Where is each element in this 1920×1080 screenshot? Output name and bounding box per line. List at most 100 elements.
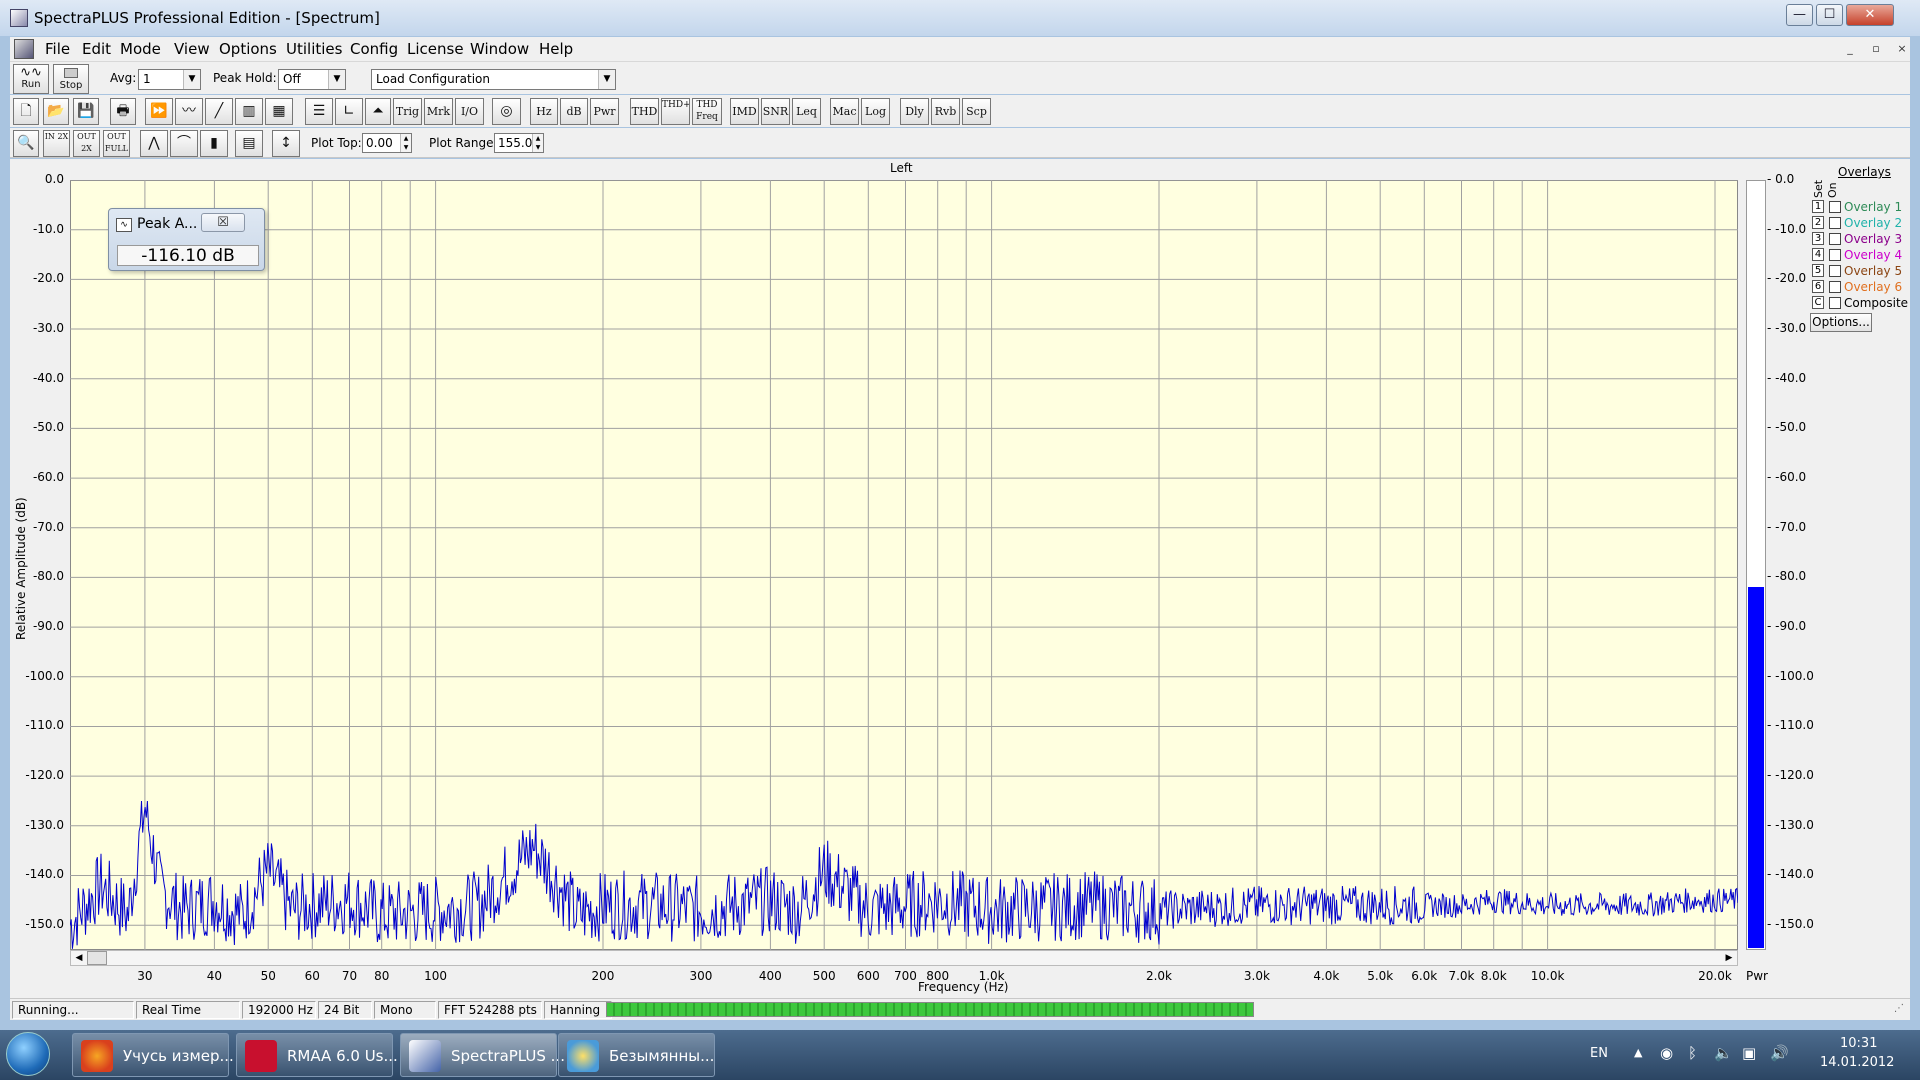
dly-button[interactable]: Dly	[900, 98, 929, 125]
print-icon[interactable]: 🖶	[110, 98, 136, 125]
sine-circle-icon[interactable]: ◎	[492, 98, 521, 125]
overlay-set-button[interactable]: 4	[1812, 248, 1824, 261]
trig-button[interactable]: Trig	[393, 98, 422, 125]
network-icon[interactable]: ▣	[1742, 1044, 1756, 1062]
menu-file[interactable]: File	[43, 40, 72, 58]
fast-forward-icon[interactable]: ⏩	[145, 98, 173, 125]
task-spectraplus[interactable]: SpectraPLUS ...	[400, 1033, 565, 1077]
config-select[interactable]: Load Configuration ▼	[371, 69, 616, 90]
menu-window[interactable]: Window	[468, 40, 531, 58]
log-button[interactable]: Log	[861, 98, 890, 125]
rvb-button[interactable]: Rvb	[931, 98, 960, 125]
mdi-close-button[interactable]: ×	[1892, 41, 1912, 58]
language-indicator[interactable]: EN	[1590, 1046, 1608, 1061]
overlay-set-button[interactable]: C	[1812, 296, 1824, 309]
bars-icon[interactable]: ▮	[200, 130, 228, 157]
zoom-out-2x-button[interactable]: OUT 2X	[73, 130, 100, 157]
spectrogram-icon[interactable]: ▦	[265, 98, 293, 125]
thd-freq-button[interactable]: THD Freq	[692, 98, 722, 125]
leq-button[interactable]: Leq	[792, 98, 821, 125]
zoom-out-full-button[interactable]: OUT FULL	[103, 130, 130, 157]
menu-edit[interactable]: Edit	[80, 40, 113, 58]
open-icon[interactable]: 📂	[43, 98, 69, 125]
spin-arrows-icon[interactable]: ▲ ▼	[400, 134, 411, 152]
spectrum-icon[interactable]: ▥	[235, 98, 263, 125]
zoom-in-2x-button[interactable]: IN 2X	[43, 130, 70, 157]
peak-amplitude-window[interactable]: ∿ Peak A... ☒ -116.10 dB	[108, 208, 265, 271]
overlay-checkbox[interactable]	[1829, 217, 1841, 229]
io-button[interactable]: I/O	[455, 98, 484, 125]
scroll-left-icon[interactable]: ◀	[71, 951, 87, 965]
speaker-icon[interactable]: 🔊	[1770, 1044, 1789, 1062]
menu-options[interactable]: Options	[217, 40, 279, 58]
thd-button[interactable]: THD	[630, 98, 659, 125]
zoom-icon[interactable]: 🔍	[13, 130, 39, 157]
line-icon[interactable]: ╱	[205, 98, 233, 125]
mrk-button[interactable]: Mrk	[424, 98, 453, 125]
stop-button[interactable]: Stop	[53, 64, 89, 94]
imd-button[interactable]: IMD	[730, 98, 759, 125]
overlay-set-button[interactable]: 2	[1812, 216, 1824, 229]
overlay-options-button[interactable]: Options...	[1810, 313, 1872, 332]
scroll-right-icon[interactable]: ▶	[1721, 951, 1737, 965]
overlay-set-button[interactable]: 1	[1812, 200, 1824, 213]
db-button[interactable]: dB	[560, 98, 588, 125]
menu-view[interactable]: View	[172, 40, 212, 58]
avg-select[interactable]: 1 ▼	[138, 69, 201, 90]
resize-grip-icon[interactable]: ⋰	[1894, 1003, 1904, 1014]
generator-icon[interactable]: ⏶	[365, 98, 391, 125]
peak-icon[interactable]: ⋀	[140, 130, 168, 157]
mdi-child-icon[interactable]	[14, 39, 34, 59]
start-button[interactable]	[6, 1032, 50, 1076]
overlay-checkbox[interactable]	[1829, 201, 1841, 213]
task-pdf[interactable]: RMAA 6.0 Us...	[236, 1033, 398, 1077]
menu-help[interactable]: Help	[537, 40, 575, 58]
clock-time[interactable]: 10:31	[1840, 1036, 1877, 1051]
overlay-set-button[interactable]: 6	[1812, 280, 1824, 293]
mac-button[interactable]: Mac	[830, 98, 859, 125]
mdi-minimize-button[interactable]: _	[1840, 41, 1860, 58]
clock-date[interactable]: 14.01.2012	[1820, 1055, 1894, 1070]
menu-mode[interactable]: Mode	[118, 40, 163, 58]
axis-icon[interactable]: ∟	[335, 98, 363, 125]
peak-window-close-button[interactable]: ☒	[201, 213, 245, 232]
waveform-icon[interactable]: 〰	[175, 98, 203, 125]
table-icon[interactable]: ☰	[305, 98, 333, 125]
thd-n-button[interactable]: THD+N	[661, 98, 690, 125]
task-paint[interactable]: Безымянны...	[558, 1033, 715, 1077]
overlay-checkbox[interactable]	[1829, 233, 1841, 245]
app-icon[interactable]	[10, 9, 28, 27]
plot-range-input[interactable]: 155.0 ▲ ▼	[494, 133, 544, 153]
spin-arrows-icon[interactable]: ▲ ▼	[532, 134, 543, 152]
volume-icon[interactable]: 🔈	[1714, 1044, 1733, 1062]
snr-button[interactable]: SNR	[761, 98, 790, 125]
scp-button[interactable]: Scp	[962, 98, 991, 125]
menu-license[interactable]: License	[405, 40, 466, 58]
envelope-icon[interactable]: ⌒	[170, 130, 198, 157]
tray-expand-icon[interactable]: ▲	[1634, 1046, 1642, 1059]
run-button[interactable]: ∿∿ Run	[13, 64, 49, 94]
close-button[interactable]: ✕	[1846, 4, 1894, 26]
minimize-button[interactable]: —	[1786, 4, 1813, 26]
tray-app-icon[interactable]: ◉	[1660, 1044, 1673, 1062]
pwr-button[interactable]: Pwr	[590, 98, 619, 125]
maximize-button[interactable]: ☐	[1816, 4, 1843, 26]
list-icon[interactable]: ▤	[235, 130, 263, 157]
overlay-checkbox[interactable]	[1829, 281, 1841, 293]
mdi-restore-button[interactable]: ▫	[1866, 41, 1886, 58]
task-firefox[interactable]: Учусь измер...	[72, 1033, 234, 1077]
overlay-set-button[interactable]: 3	[1812, 232, 1824, 245]
bluetooth-icon[interactable]: ᛒ	[1688, 1044, 1697, 1062]
overlay-checkbox[interactable]	[1829, 249, 1841, 261]
scroll-thumb[interactable]	[87, 951, 107, 965]
menu-utilities[interactable]: Utilities	[284, 40, 344, 58]
horizontal-scrollbar[interactable]: ◀ ▶	[70, 950, 1738, 966]
menu-config[interactable]: Config	[348, 40, 400, 58]
overlay-checkbox[interactable]	[1829, 265, 1841, 277]
save-icon[interactable]: 💾	[73, 98, 99, 125]
overlay-checkbox[interactable]	[1829, 297, 1841, 309]
hz-button[interactable]: Hz	[530, 98, 558, 125]
overlay-set-button[interactable]: 5	[1812, 264, 1824, 277]
plot-top-input[interactable]: 0.00 ▲ ▼	[362, 133, 412, 153]
range-icon[interactable]: ↕	[272, 130, 300, 157]
